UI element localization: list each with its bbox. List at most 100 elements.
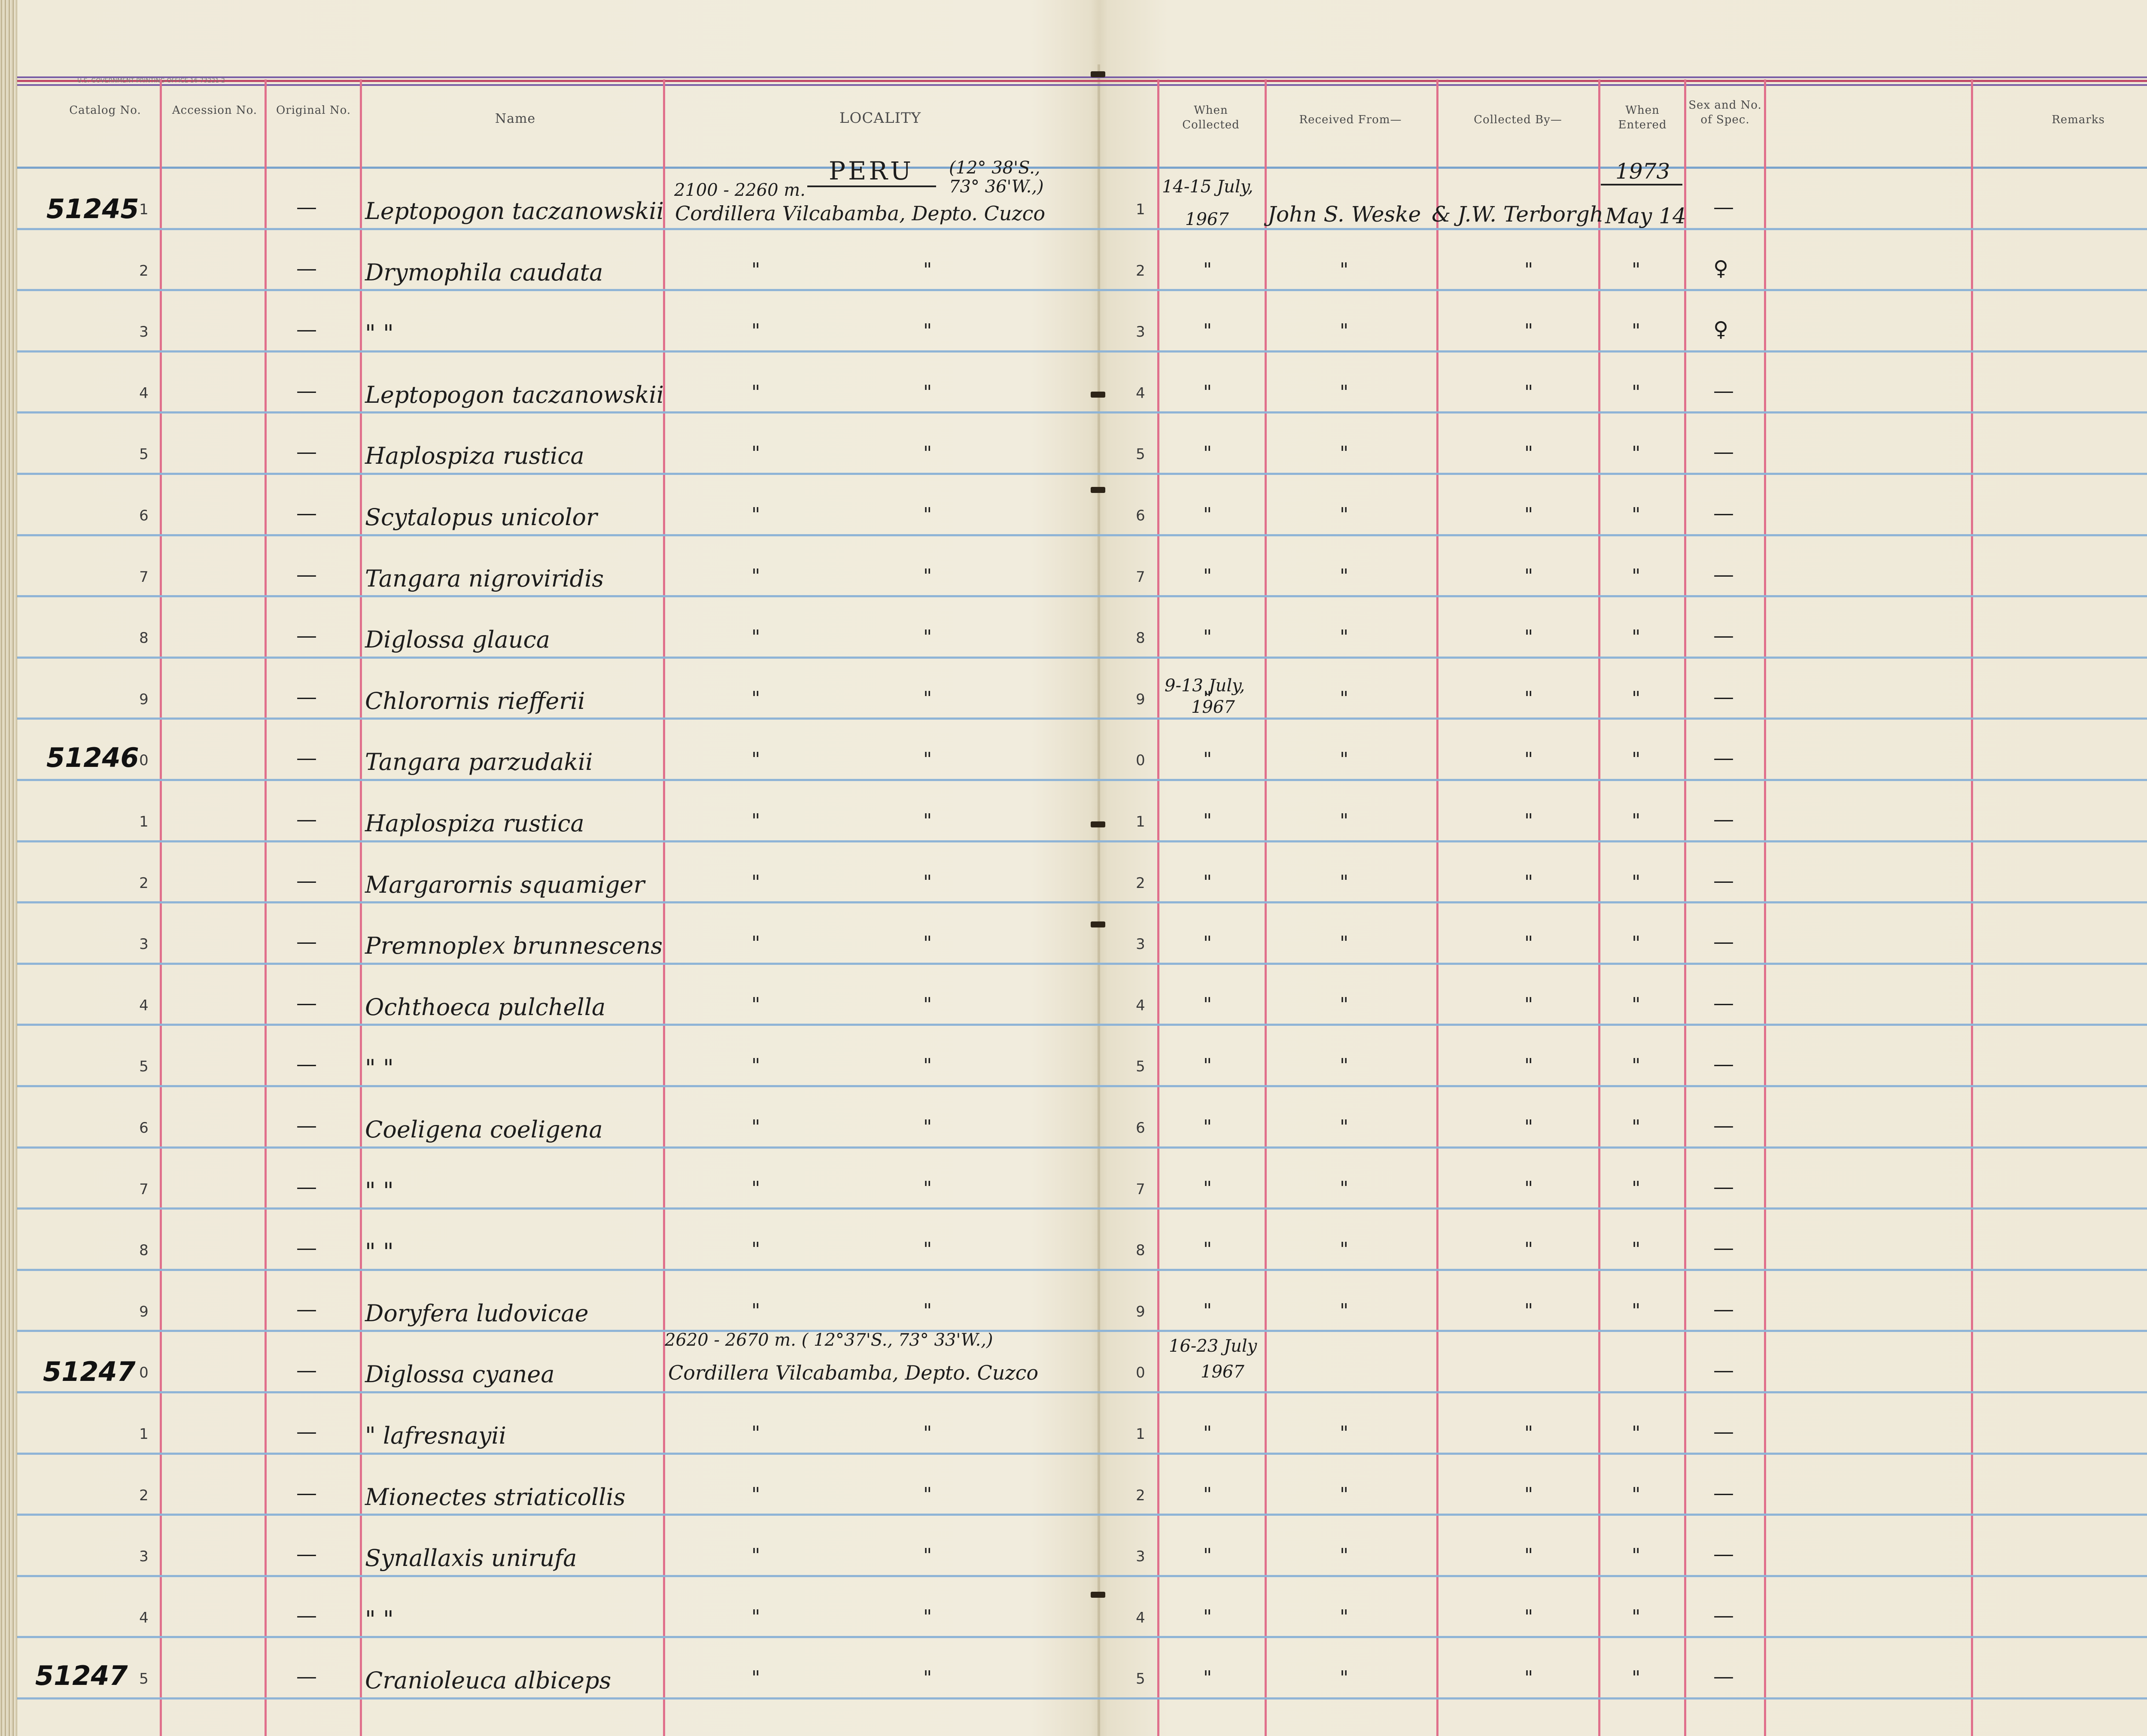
row-number-right: 3 <box>1136 936 1145 953</box>
row-rule <box>17 963 2147 965</box>
collected-ditto: " <box>1203 748 1212 770</box>
collected-ditto: " <box>1203 442 1212 464</box>
entered-ditto: " <box>1632 626 1641 648</box>
row-number-right: 9 <box>1136 1303 1145 1320</box>
received-ditto: " <box>1340 1055 1349 1076</box>
locality-ditto-1: " <box>751 1544 760 1566</box>
original-no-dash: — <box>296 746 317 770</box>
entered-ditto: " <box>1632 1422 1641 1444</box>
row-number-left: 7 <box>139 1181 149 1198</box>
entered-ditto: " <box>1632 565 1641 587</box>
col-rule <box>1436 79 1438 1736</box>
received-ditto: " <box>1340 1422 1349 1444</box>
original-no-dash: — <box>296 195 317 219</box>
sex-mark: — <box>1713 991 1734 1015</box>
species-name: Margarornis squamiger <box>365 871 645 898</box>
entered-year: 1973 <box>1615 159 1670 184</box>
row-rule <box>17 473 2147 475</box>
collected-by-ditto: " <box>1524 626 1533 648</box>
locality-ditto-2: " <box>923 504 932 526</box>
locality-ditto-1: " <box>751 320 760 342</box>
received-ditto: " <box>1340 1300 1349 1322</box>
received-ditto: " <box>1340 994 1349 1015</box>
collected-by-ditto: " <box>1524 1300 1533 1322</box>
header-locality: LOCALITY <box>839 109 921 127</box>
locality-ditto-1: " <box>751 504 760 526</box>
row-number-right: 3 <box>1136 323 1145 341</box>
entered-ditto: " <box>1632 1238 1641 1260</box>
binder-ring <box>1091 392 1105 398</box>
original-no-dash: — <box>296 1542 317 1566</box>
original-no-dash: — <box>296 1603 317 1627</box>
collected-date-2a: 9-13 July, <box>1165 676 1245 696</box>
sex-mark: ♀ <box>1713 256 1729 280</box>
entered-ditto: " <box>1632 1667 1641 1689</box>
locality-ditto-2: " <box>923 1422 932 1444</box>
sex-mark: — <box>1713 685 1734 709</box>
collected-by-ditto: " <box>1524 687 1533 709</box>
row-number-left: 4 <box>139 997 149 1014</box>
entered-ditto: " <box>1632 1055 1641 1076</box>
entered-ditto: " <box>1632 320 1641 342</box>
row-number-right: 8 <box>1136 1242 1145 1259</box>
col-rule <box>1265 79 1267 1736</box>
sex-mark: — <box>1713 1297 1734 1321</box>
collected-by-ditto: " <box>1524 1606 1533 1628</box>
binder-ring <box>1091 1592 1105 1598</box>
received-ditto: " <box>1340 1177 1349 1199</box>
locality-ditto-1: " <box>751 1177 760 1199</box>
collected-by-ditto: " <box>1524 932 1533 954</box>
locality-ditto-1: " <box>751 565 760 587</box>
row-rule <box>17 1024 2147 1026</box>
received-ditto: " <box>1340 504 1349 526</box>
species-name: " " <box>365 1177 394 1204</box>
original-no-dash: — <box>296 1481 317 1505</box>
col-rule <box>1157 79 1159 1736</box>
locality-ditto-1: " <box>751 932 760 954</box>
collected-by-ditto: " <box>1524 1422 1533 1444</box>
species-name: Synallaxis unirufa <box>365 1544 577 1572</box>
collected-ditto: " <box>1203 871 1212 893</box>
row-number-left: 1 <box>139 1426 149 1443</box>
locality-ditto-1: " <box>751 810 760 832</box>
entered-ditto: " <box>1632 381 1641 403</box>
original-no-dash: — <box>296 440 317 464</box>
original-no-dash: — <box>296 1297 317 1321</box>
locality-ditto-1: " <box>751 1300 760 1322</box>
entered-ditto: " <box>1632 1116 1641 1138</box>
row-rule <box>17 657 2147 659</box>
row-rule <box>17 1207 2147 1210</box>
sex-mark: — <box>1713 1481 1734 1505</box>
sex-mark: — <box>1713 623 1734 648</box>
locality-ditto-1: " <box>751 1606 760 1628</box>
collected-by-ditto: " <box>1524 1177 1533 1199</box>
row-number-left: 2 <box>139 262 149 280</box>
coords-1a: (12° 38'S., <box>949 158 1040 178</box>
received-ditto: " <box>1340 1484 1349 1505</box>
collected-ditto: " <box>1203 626 1212 648</box>
original-no-dash: — <box>296 1175 317 1199</box>
top-rule-purple <box>17 76 2147 78</box>
print-line: U.S. GOVERNMENT PRINTING OFFICE 16-73221… <box>77 77 225 84</box>
species-name: Tangara parzudakii <box>365 748 593 775</box>
locality-ditto-2: " <box>923 1667 932 1689</box>
collected-by-ditto: " <box>1524 994 1533 1015</box>
original-no-dash: — <box>296 1420 317 1444</box>
locality-ditto-1: " <box>751 626 760 648</box>
row-rule <box>17 1636 2147 1638</box>
sex-mark: — <box>1713 1175 1734 1199</box>
row-number-right: 5 <box>1136 446 1145 463</box>
row-rule <box>17 1391 2147 1393</box>
row-number-right: 9 <box>1136 691 1145 708</box>
collected-by-ditto: " <box>1524 871 1533 893</box>
entered-ditto: " <box>1632 687 1641 709</box>
collected-date-3b: 1967 <box>1201 1362 1244 1382</box>
locality-ditto-2: " <box>923 994 932 1015</box>
original-no-dash: — <box>296 562 317 587</box>
col-rule <box>265 79 267 1736</box>
coords-1b: 73° 36'W.,) <box>949 177 1044 197</box>
collected-by-ditto: " <box>1524 565 1533 587</box>
species-name: Doryfera ludovicae <box>365 1300 589 1327</box>
locality-ditto-1: " <box>751 748 760 770</box>
collected-by-ditto: " <box>1524 504 1533 526</box>
